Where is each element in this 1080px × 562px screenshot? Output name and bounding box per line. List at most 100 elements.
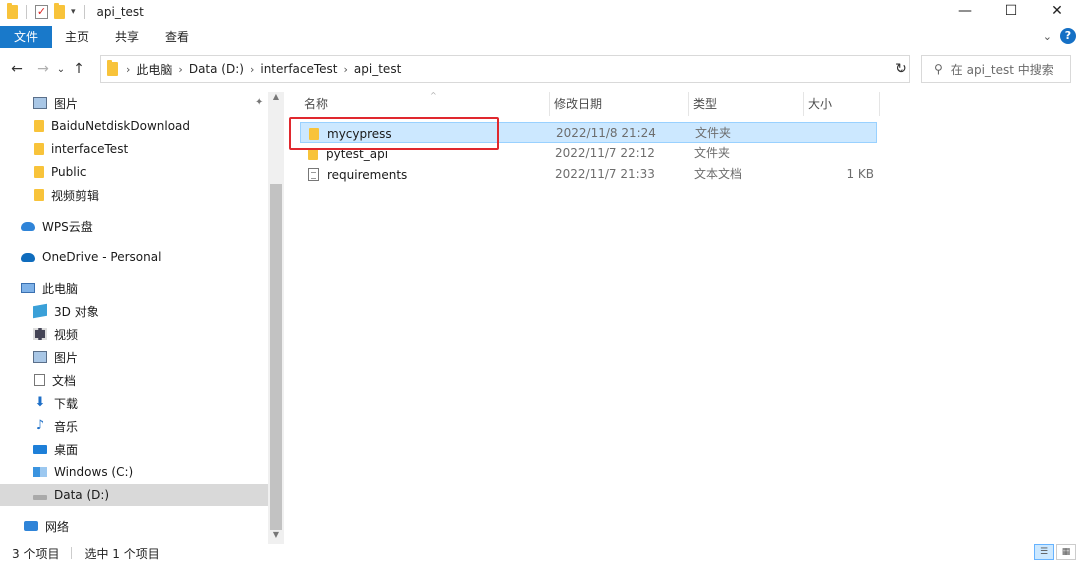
sidebar-item-documents[interactable]: 文档	[0, 369, 268, 391]
properties-icon[interactable]: ✓	[35, 5, 48, 19]
text-file-icon	[308, 168, 319, 181]
breadcrumb-chevron-icon[interactable]: ›	[344, 63, 348, 76]
sidebar-item-desktop[interactable]: 桌面	[0, 438, 268, 460]
back-arrow-icon[interactable]: ←	[6, 61, 28, 77]
breadcrumb-this-pc[interactable]: 此电脑	[136, 61, 172, 78]
close-button[interactable]: ✕	[1034, 0, 1080, 24]
title-bar: ✓ ▾ api_test — ☐ ✕	[0, 0, 1080, 24]
ribbon-right-controls: ⌄ ?	[1043, 28, 1076, 44]
status-bar: 3 个项目 选中 1 个项目 ☰ ▦	[0, 544, 1080, 562]
forward-arrow-icon[interactable]: →	[32, 61, 54, 77]
breadcrumb-api-test[interactable]: api_test	[354, 62, 401, 76]
sidebar-item-wps-cloud[interactable]: WPS云盘	[0, 215, 268, 237]
file-name: requirements	[327, 167, 408, 182]
sidebar-item-music[interactable]: ♪ 音乐	[0, 415, 268, 437]
help-icon[interactable]: ?	[1060, 28, 1076, 44]
file-type: 文件夹	[695, 126, 732, 140]
sidebar-item-this-pc[interactable]: 此电脑	[0, 277, 268, 299]
file-date: 2022/11/7 22:12	[555, 146, 655, 160]
maximize-button[interactable]: ☐	[988, 0, 1034, 24]
view-toggle: ☰ ▦	[1034, 544, 1076, 560]
desktop-icon	[33, 444, 47, 454]
folder-icon	[107, 60, 118, 76]
address-bar[interactable]: › 此电脑 › Data (D:) › interfaceTest › api_…	[100, 55, 910, 83]
column-header-type[interactable]: 类型	[689, 92, 804, 116]
sidebar-item-label: 桌面	[54, 442, 79, 457]
column-header-date[interactable]: 修改日期	[550, 92, 689, 116]
search-icon: ⚲	[934, 62, 943, 76]
column-header-size[interactable]: 大小	[804, 92, 880, 116]
sidebar-item-label: 音乐	[54, 419, 79, 434]
file-type: 文件夹	[694, 146, 731, 160]
sidebar-item-interfacetest[interactable]: interfaceTest	[0, 138, 268, 160]
recent-locations-chevron-icon[interactable]: ⌄	[54, 64, 68, 75]
document-icon	[34, 374, 45, 386]
column-header-label: 大小	[808, 97, 833, 111]
breadcrumb-chevron-icon[interactable]: ›	[250, 63, 254, 76]
up-arrow-icon[interactable]: ↑	[68, 61, 90, 77]
sidebar-item-baidunetdiskdownload[interactable]: BaiduNetdiskDownload	[0, 115, 268, 137]
search-input[interactable]: 在 api_test 中搜索	[951, 61, 1054, 78]
navigation-bar: ← → ⌄ ↑ › 此电脑 › Data (D:) › interfaceTes…	[0, 52, 1080, 86]
search-box[interactable]: ⚲ 在 api_test 中搜索	[921, 55, 1071, 83]
folder-icon	[34, 166, 44, 178]
window-controls: — ☐ ✕	[942, 0, 1080, 24]
details-view-icon[interactable]: ☰	[1034, 544, 1054, 560]
sidebar-item-video-editing[interactable]: 视频剪辑	[0, 184, 268, 206]
sidebar-item-onedrive[interactable]: OneDrive - Personal	[0, 246, 268, 268]
sidebar-scrollbar-thumb[interactable]	[270, 184, 282, 530]
tab-view[interactable]: 查看	[152, 26, 202, 48]
tab-file[interactable]: 文件	[0, 26, 53, 48]
toolbar-divider	[83, 5, 85, 19]
scroll-down-icon[interactable]: ▼	[270, 530, 282, 539]
large-icons-view-icon[interactable]: ▦	[1056, 544, 1076, 560]
sidebar-item-label: 视频剪辑	[51, 188, 100, 203]
sidebar-item-downloads[interactable]: ⬇ 下载	[0, 392, 268, 414]
sidebar-item-label: 图片	[54, 96, 79, 111]
sidebar-item-label: Data (D:)	[54, 488, 110, 502]
file-size	[840, 143, 874, 164]
sidebar-item-windows-c[interactable]: Windows (C:)	[0, 461, 268, 483]
tab-home[interactable]: 主页	[52, 26, 102, 48]
new-folder-icon[interactable]	[54, 3, 65, 19]
sidebar-item-3d-objects[interactable]: 3D 对象	[0, 300, 268, 322]
column-header-name[interactable]: 名称 ^	[300, 91, 550, 116]
sidebar-item-label: WPS云盘	[42, 219, 93, 234]
breadcrumb-chevron-icon[interactable]: ›	[178, 63, 182, 76]
expand-ribbon-icon[interactable]: ⌄	[1043, 30, 1052, 43]
table-row[interactable]: requirements 2022/11/7 21:33 文本文档 1 KB	[300, 164, 877, 185]
cloud-icon	[21, 221, 35, 231]
sidebar-item-public[interactable]: Public	[0, 161, 268, 183]
windows-drive-icon	[33, 467, 47, 477]
tab-share[interactable]: 共享	[102, 26, 152, 48]
network-icon	[24, 521, 38, 531]
sidebar-item-network[interactable]: 网络	[0, 515, 268, 537]
status-divider	[71, 547, 73, 559]
breadcrumb-data-d[interactable]: Data (D:)	[189, 62, 244, 76]
annotation-highlight-box	[289, 117, 499, 150]
file-list: 名称 ^ 修改日期 类型 大小 mycypress 2022/11/8 21:2…	[288, 91, 1080, 544]
sidebar-item-videos[interactable]: 视频	[0, 323, 268, 345]
sidebar-item-label: Windows (C:)	[54, 465, 134, 479]
minimize-button[interactable]: —	[942, 0, 988, 24]
breadcrumb-chevron-icon[interactable]: ›	[126, 63, 130, 76]
refresh-icon[interactable]: ↻	[888, 55, 914, 83]
quick-access-toolbar: ✓ ▾	[0, 0, 87, 24]
file-name-cell: requirements	[308, 164, 407, 185]
scroll-up-icon[interactable]: ▲	[270, 92, 282, 101]
breadcrumb-interfacetest[interactable]: interfaceTest	[260, 62, 337, 76]
pictures-icon	[33, 351, 47, 363]
column-header-label: 类型	[693, 97, 718, 111]
toolbar-divider	[26, 5, 27, 19]
sidebar-item-label: 图片	[54, 350, 79, 365]
file-size	[841, 123, 875, 144]
sidebar-item-pictures-quick[interactable]: 图片 ✦	[0, 92, 268, 114]
sidebar-item-pictures[interactable]: 图片	[0, 346, 268, 368]
customize-toolbar-icon[interactable]: ▾	[71, 7, 76, 17]
column-header-label: 修改日期	[554, 97, 603, 111]
navigation-pane: 图片 ✦ BaiduNetdiskDownload interfaceTest …	[0, 92, 285, 544]
folder-icon	[34, 120, 44, 132]
status-selected-count: 选中 1 个项目	[84, 546, 160, 561]
sidebar-item-data-d[interactable]: Data (D:)	[0, 484, 268, 506]
sidebar-item-label: interfaceTest	[51, 142, 129, 156]
